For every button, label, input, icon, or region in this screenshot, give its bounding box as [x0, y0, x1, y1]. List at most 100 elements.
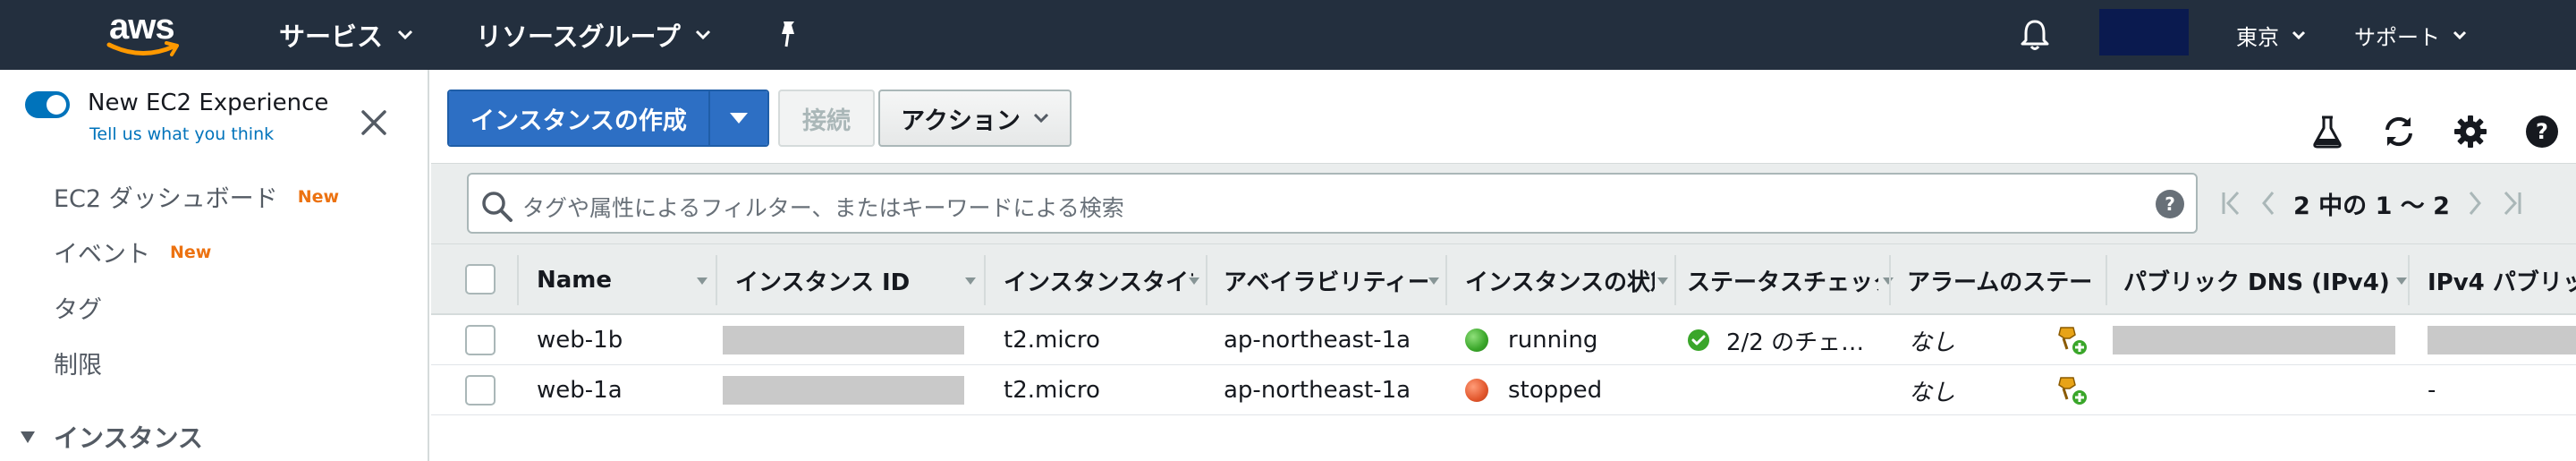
- create-alarm-icon[interactable]: [2055, 374, 2088, 406]
- sidebar-item-label: イベント: [54, 241, 150, 269]
- redacted-instance-id: [723, 326, 964, 354]
- nav-resource-groups[interactable]: リソースグループ: [476, 0, 711, 70]
- column-header-name[interactable]: Name: [537, 244, 716, 316]
- caret-down-icon: [729, 113, 748, 124]
- sidebar-item-tags[interactable]: タグ: [54, 290, 102, 325]
- region-selector[interactable]: 東京: [2236, 0, 2306, 70]
- check-circle-icon: [1688, 329, 1709, 351]
- cell-instance-type: t2.micro: [1004, 377, 1100, 404]
- pin-icon[interactable]: [775, 20, 801, 48]
- column-header-instance-id[interactable]: インスタンス ID: [735, 244, 984, 316]
- sort-caret-icon: [1883, 277, 1894, 285]
- column-header-alarm-status[interactable]: アラームのステータス: [1907, 244, 2104, 316]
- sort-caret-icon: [965, 277, 976, 285]
- bell-icon[interactable]: [2020, 18, 2050, 52]
- table-row[interactable]: web-1b t2.micro ap-northeast-1a running …: [431, 315, 2576, 365]
- cell-status-check: 2/2 のチェ…: [1687, 315, 1864, 365]
- column-divider: [2408, 255, 2410, 305]
- launch-instance-button-group: インスタンスの作成: [447, 90, 769, 147]
- region-label: 東京: [2236, 24, 2279, 50]
- column-divider: [1206, 255, 1208, 305]
- nav-resource-groups-label: リソースグループ: [476, 21, 681, 52]
- column-header-label: ステータスチェック: [1687, 269, 1878, 296]
- column-header-label: インスタンス ID: [735, 269, 911, 296]
- cell-alarm-status: なし: [1909, 379, 1956, 406]
- first-page-icon[interactable]: [2220, 190, 2241, 217]
- support-menu[interactable]: サポート: [2354, 0, 2467, 70]
- cell-instance-state: stopped: [1465, 365, 1602, 415]
- row-checkbox[interactable]: [465, 375, 496, 406]
- column-divider: [716, 255, 717, 305]
- top-navigation-bar: aws サービス リソースグループ 東京 サポート: [0, 0, 2576, 70]
- cell-name: web-1b: [537, 327, 623, 354]
- experience-title: New EC2 Experience: [88, 90, 329, 116]
- new-experience-toggle[interactable]: [25, 91, 70, 118]
- sort-caret-icon: [697, 277, 708, 285]
- column-header-public-dns[interactable]: パブリック DNS (IPv4): [2123, 244, 2415, 316]
- column-header-instance-state[interactable]: インスタンスの状態: [1465, 244, 1676, 316]
- actions-button[interactable]: アクション: [878, 90, 1072, 147]
- support-label: サポート: [2354, 24, 2440, 50]
- redacted-public-dns: [2113, 326, 2395, 354]
- feedback-link[interactable]: Tell us what you think: [89, 124, 274, 144]
- launch-instance-button[interactable]: インスタンスの作成: [449, 91, 710, 145]
- create-alarm-icon[interactable]: [2055, 324, 2088, 356]
- pagination: 2 中の 1 〜 2: [2211, 164, 2532, 243]
- sidebar-item-label: 制限: [54, 352, 102, 380]
- sidebar-item-label: タグ: [54, 296, 102, 324]
- launch-instance-dropdown[interactable]: [709, 91, 767, 145]
- gear-icon[interactable]: [2453, 114, 2488, 149]
- column-header-status-check[interactable]: ステータスチェック: [1687, 244, 1902, 316]
- chevron-down-icon: [1033, 113, 1048, 124]
- sidebar-item-events[interactable]: イベント New: [54, 235, 211, 269]
- column-divider: [517, 255, 519, 305]
- sidebar-item-label: EC2 ダッシュボード: [54, 185, 278, 213]
- sort-caret-icon: [1189, 277, 1199, 285]
- sidebar-item-ec2-dashboard[interactable]: EC2 ダッシュボード New: [54, 179, 339, 214]
- refresh-icon[interactable]: [2381, 114, 2417, 149]
- cell-instance-state: running: [1465, 315, 1597, 365]
- sort-caret-icon: [2396, 277, 2407, 285]
- select-all-checkbox[interactable]: [465, 264, 496, 295]
- previous-page-icon[interactable]: [2259, 190, 2277, 217]
- redacted-ipv4-public-ip: [2428, 326, 2576, 354]
- connect-button[interactable]: 接続: [778, 90, 875, 147]
- next-page-icon[interactable]: [2466, 190, 2484, 217]
- chevron-down-icon: [695, 30, 710, 40]
- new-badge: New: [297, 186, 340, 207]
- column-header-label: アベイラビリティーゾーン: [1224, 269, 1428, 296]
- help-icon[interactable]: ?: [2524, 114, 2560, 149]
- chevron-down-icon: [397, 30, 413, 40]
- column-header-ipv4-public-ip[interactable]: IPv4 パブリック IP: [2428, 244, 2576, 316]
- column-header-label: IPv4 パブリック IP: [2428, 269, 2576, 296]
- search-icon: [482, 192, 513, 222]
- status-check-label: 2/2 のチェ…: [1726, 329, 1865, 356]
- sidebar-section-instances[interactable]: インスタンス: [20, 419, 203, 455]
- help-icon[interactable]: ?: [2155, 189, 2185, 219]
- cell-instance-type: t2.micro: [1004, 327, 1100, 354]
- cell-availability-zone: ap-northeast-1a: [1224, 327, 1411, 354]
- aws-logo[interactable]: aws: [106, 7, 186, 57]
- table-row[interactable]: web-1a t2.micro ap-northeast-1a stopped …: [431, 365, 2576, 415]
- row-checkbox[interactable]: [465, 325, 496, 355]
- instance-state-label: running: [1508, 327, 1598, 354]
- column-header-availability-zone[interactable]: アベイラビリティーゾーン: [1224, 244, 1447, 316]
- pagination-text: 2 中の 1 〜 2: [2293, 192, 2450, 220]
- chevron-down-icon: [2292, 30, 2306, 39]
- toggle-knob: [47, 95, 66, 115]
- search-input[interactable]: タグや属性によるフィルター、またはキーワードによる検索 ?: [467, 173, 2198, 234]
- redacted-instance-id: [723, 376, 964, 405]
- last-page-icon[interactable]: [2502, 190, 2523, 217]
- nav-services[interactable]: サービス: [279, 0, 413, 70]
- sort-caret-icon: [1657, 277, 1668, 285]
- close-icon[interactable]: [360, 109, 387, 136]
- table-header: Name インスタンス ID インスタンスタイプ アベイラビリティーゾーン イン…: [431, 243, 2576, 315]
- svg-text:?: ?: [2536, 119, 2548, 144]
- column-header-instance-type[interactable]: インスタンスタイプ: [1004, 244, 1208, 316]
- account-menu-redacted[interactable]: [2099, 9, 2189, 55]
- sidebar-item-limits[interactable]: 制限: [54, 346, 102, 380]
- flask-icon[interactable]: [2309, 114, 2345, 149]
- chevron-down-icon: [2453, 30, 2467, 39]
- column-header-label: パブリック DNS (IPv4): [2123, 269, 2390, 296]
- triangle-down-icon: [21, 431, 35, 443]
